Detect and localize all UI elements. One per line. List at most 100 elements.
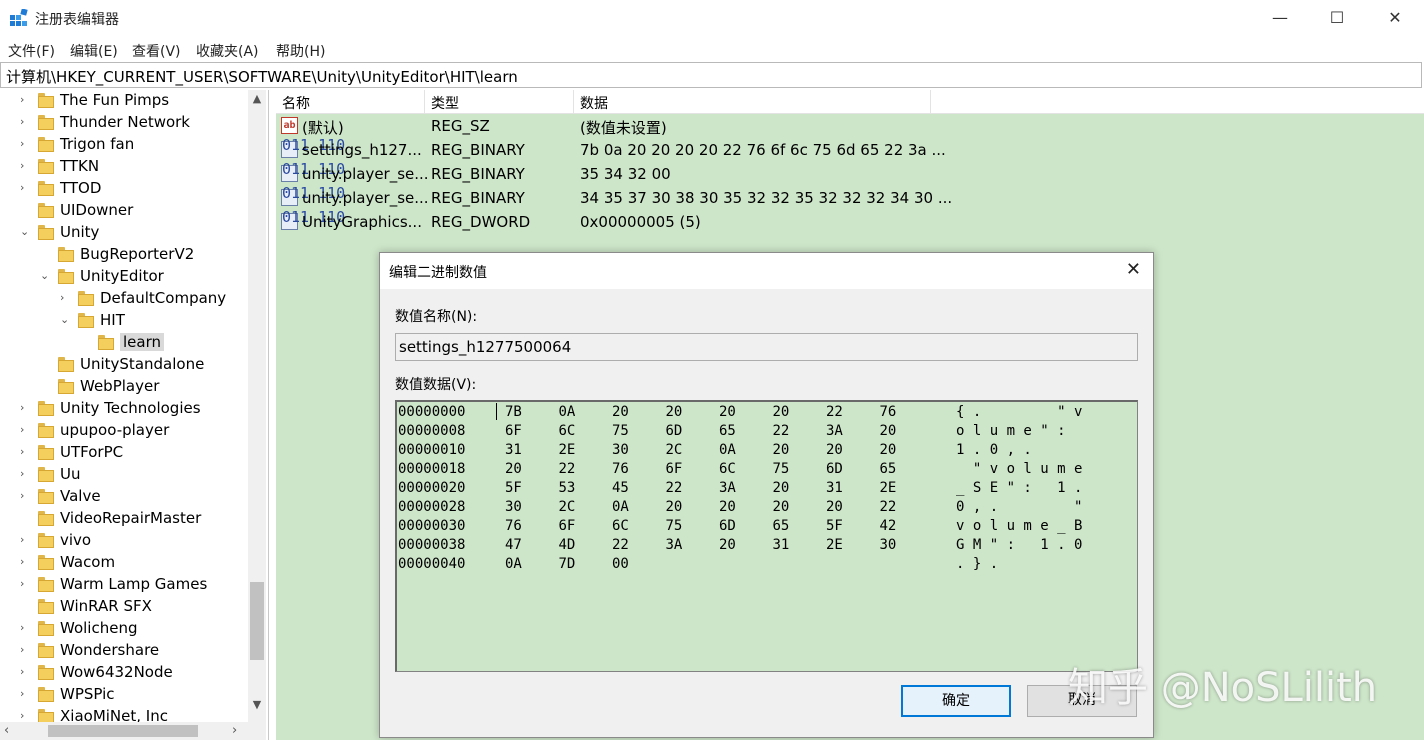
- scroll-up-arrow-icon[interactable]: ▲: [248, 90, 266, 108]
- hex-byte[interactable]: 30: [612, 442, 629, 458]
- expand-arrow-icon[interactable]: ›: [20, 158, 30, 172]
- hex-byte[interactable]: 22: [559, 461, 576, 477]
- hex-byte[interactable]: 20: [666, 499, 683, 515]
- hex-ascii[interactable]: . } .: [956, 556, 998, 572]
- tree-item[interactable]: UnityStandalone: [0, 354, 248, 376]
- hex-byte[interactable]: 75: [773, 461, 790, 477]
- value-row[interactable]: 011 110 UnityGraphics... REG_DWORD 0x000000…: [276, 210, 1424, 234]
- hex-byte[interactable]: 30: [505, 499, 522, 515]
- dialog-close-icon[interactable]: ✕: [1126, 259, 1141, 280]
- hex-byte[interactable]: 2C: [666, 442, 683, 458]
- tree-item[interactable]: › vivo: [0, 530, 248, 552]
- hex-byte[interactable]: 0A: [559, 404, 576, 420]
- expand-arrow-icon[interactable]: ›: [20, 400, 30, 414]
- tree-item[interactable]: BugReporterV2: [0, 244, 248, 266]
- hex-byte[interactable]: 3A: [719, 480, 736, 496]
- expand-arrow-icon[interactable]: ›: [20, 180, 30, 194]
- hex-byte[interactable]: 31: [826, 480, 843, 496]
- hex-byte[interactable]: 20: [612, 404, 629, 420]
- tree-item[interactable]: › Thunder Network: [0, 112, 248, 134]
- scrollbar-thumb[interactable]: [48, 725, 198, 737]
- hex-byte[interactable]: 42: [880, 518, 897, 534]
- hex-ascii[interactable]: o l u m e " :: [956, 423, 1066, 439]
- tree-item[interactable]: › Wolicheng: [0, 618, 248, 640]
- hex-byte[interactable]: 22: [880, 499, 897, 515]
- hex-byte[interactable]: 3A: [666, 537, 683, 553]
- maximize-button[interactable]: ☐: [1308, 0, 1366, 36]
- column-divider[interactable]: [424, 90, 425, 113]
- hex-byte[interactable]: 00: [612, 556, 629, 572]
- expand-arrow-icon[interactable]: ›: [20, 92, 30, 106]
- tree-item[interactable]: › Uu: [0, 464, 248, 486]
- close-button[interactable]: ✕: [1366, 0, 1424, 36]
- hex-byte[interactable]: 22: [666, 480, 683, 496]
- hex-byte[interactable]: 20: [505, 461, 522, 477]
- expand-arrow-icon[interactable]: ›: [20, 554, 30, 568]
- tree-item[interactable]: learn: [0, 332, 248, 354]
- hex-byte[interactable]: 6C: [559, 423, 576, 439]
- tree-item[interactable]: WebPlayer: [0, 376, 248, 398]
- ok-button[interactable]: 确定: [901, 685, 1011, 717]
- hex-ascii[interactable]: 1 . 0 , .: [956, 442, 1032, 458]
- expand-arrow-icon[interactable]: ›: [20, 620, 30, 634]
- menu-edit[interactable]: 编辑(E): [70, 41, 118, 61]
- hex-byte[interactable]: 6D: [666, 423, 683, 439]
- column-divider[interactable]: [930, 90, 931, 113]
- column-type-header[interactable]: 类型: [431, 93, 459, 113]
- hex-byte[interactable]: 0A: [612, 499, 629, 515]
- scroll-left-arrow-icon[interactable]: ‹: [4, 722, 9, 740]
- hex-byte[interactable]: 75: [612, 423, 629, 439]
- tree-vertical-scrollbar[interactable]: ▲ ▼: [248, 90, 266, 722]
- tree-item[interactable]: › Wacom: [0, 552, 248, 574]
- tree-item[interactable]: › Wondershare: [0, 640, 248, 662]
- address-bar[interactable]: 计算机\HKEY_CURRENT_USER\SOFTWARE\Unity\Uni…: [0, 62, 1422, 88]
- hex-byte[interactable]: 65: [880, 461, 897, 477]
- hex-byte[interactable]: 6C: [719, 461, 736, 477]
- hex-byte[interactable]: 22: [826, 404, 843, 420]
- hex-byte[interactable]: 76: [505, 518, 522, 534]
- scrollbar-thumb[interactable]: [250, 582, 264, 660]
- tree-item[interactable]: › Wow6432Node: [0, 662, 248, 684]
- hex-ascii[interactable]: " v o l u m e: [956, 461, 1083, 477]
- hex-byte[interactable]: 4D: [559, 537, 576, 553]
- value-row[interactable]: 011 110 unity.player_se... REG_BINARY 35 34…: [276, 162, 1424, 186]
- hex-byte[interactable]: 6D: [719, 518, 736, 534]
- scroll-right-arrow-icon[interactable]: ›: [232, 722, 237, 740]
- hex-byte[interactable]: 2E: [880, 480, 897, 496]
- hex-byte[interactable]: 20: [773, 480, 790, 496]
- hex-byte[interactable]: 0A: [719, 442, 736, 458]
- minimize-button[interactable]: —: [1251, 0, 1309, 36]
- tree-item[interactable]: ⌄ HIT: [0, 310, 248, 332]
- collapse-arrow-icon[interactable]: ⌄: [60, 312, 70, 326]
- hex-byte[interactable]: 6D: [826, 461, 843, 477]
- hex-byte[interactable]: 2C: [559, 499, 576, 515]
- expand-arrow-icon[interactable]: ›: [20, 664, 30, 678]
- hex-ascii[interactable]: v o l u m e _ B: [956, 518, 1082, 534]
- expand-arrow-icon[interactable]: ›: [20, 444, 30, 458]
- hex-byte[interactable]: 20: [719, 404, 736, 420]
- expand-arrow-icon[interactable]: ›: [20, 532, 30, 546]
- hex-byte[interactable]: 6F: [559, 518, 576, 534]
- menu-view[interactable]: 查看(V): [132, 41, 181, 61]
- column-name-header[interactable]: 名称: [282, 93, 310, 113]
- tree-item[interactable]: › upupoo-player: [0, 420, 248, 442]
- menu-file[interactable]: 文件(F): [8, 41, 55, 61]
- value-row[interactable]: ab (默认) REG_SZ (数值未设置): [276, 114, 1424, 138]
- tree-item[interactable]: ⌄ Unity: [0, 222, 248, 244]
- hex-byte[interactable]: 76: [612, 461, 629, 477]
- menu-favorites[interactable]: 收藏夹(A): [196, 41, 259, 61]
- tree-item[interactable]: VideoRepairMaster: [0, 508, 248, 530]
- hex-byte[interactable]: 65: [773, 518, 790, 534]
- hex-byte[interactable]: 76: [880, 404, 897, 420]
- scroll-down-arrow-icon[interactable]: ▼: [248, 696, 266, 714]
- tree-item[interactable]: › TTOD: [0, 178, 248, 200]
- tree-item[interactable]: WinRAR SFX: [0, 596, 248, 618]
- hex-byte[interactable]: 6C: [612, 518, 629, 534]
- hex-byte[interactable]: 7D: [559, 556, 576, 572]
- hex-ascii[interactable]: 0 , . ": [956, 499, 1082, 515]
- hex-ascii[interactable]: { . " v: [956, 404, 1082, 420]
- hex-byte[interactable]: 3A: [826, 423, 843, 439]
- hex-byte[interactable]: 20: [826, 442, 843, 458]
- hex-byte[interactable]: 20: [880, 423, 897, 439]
- expand-arrow-icon[interactable]: ›: [20, 114, 30, 128]
